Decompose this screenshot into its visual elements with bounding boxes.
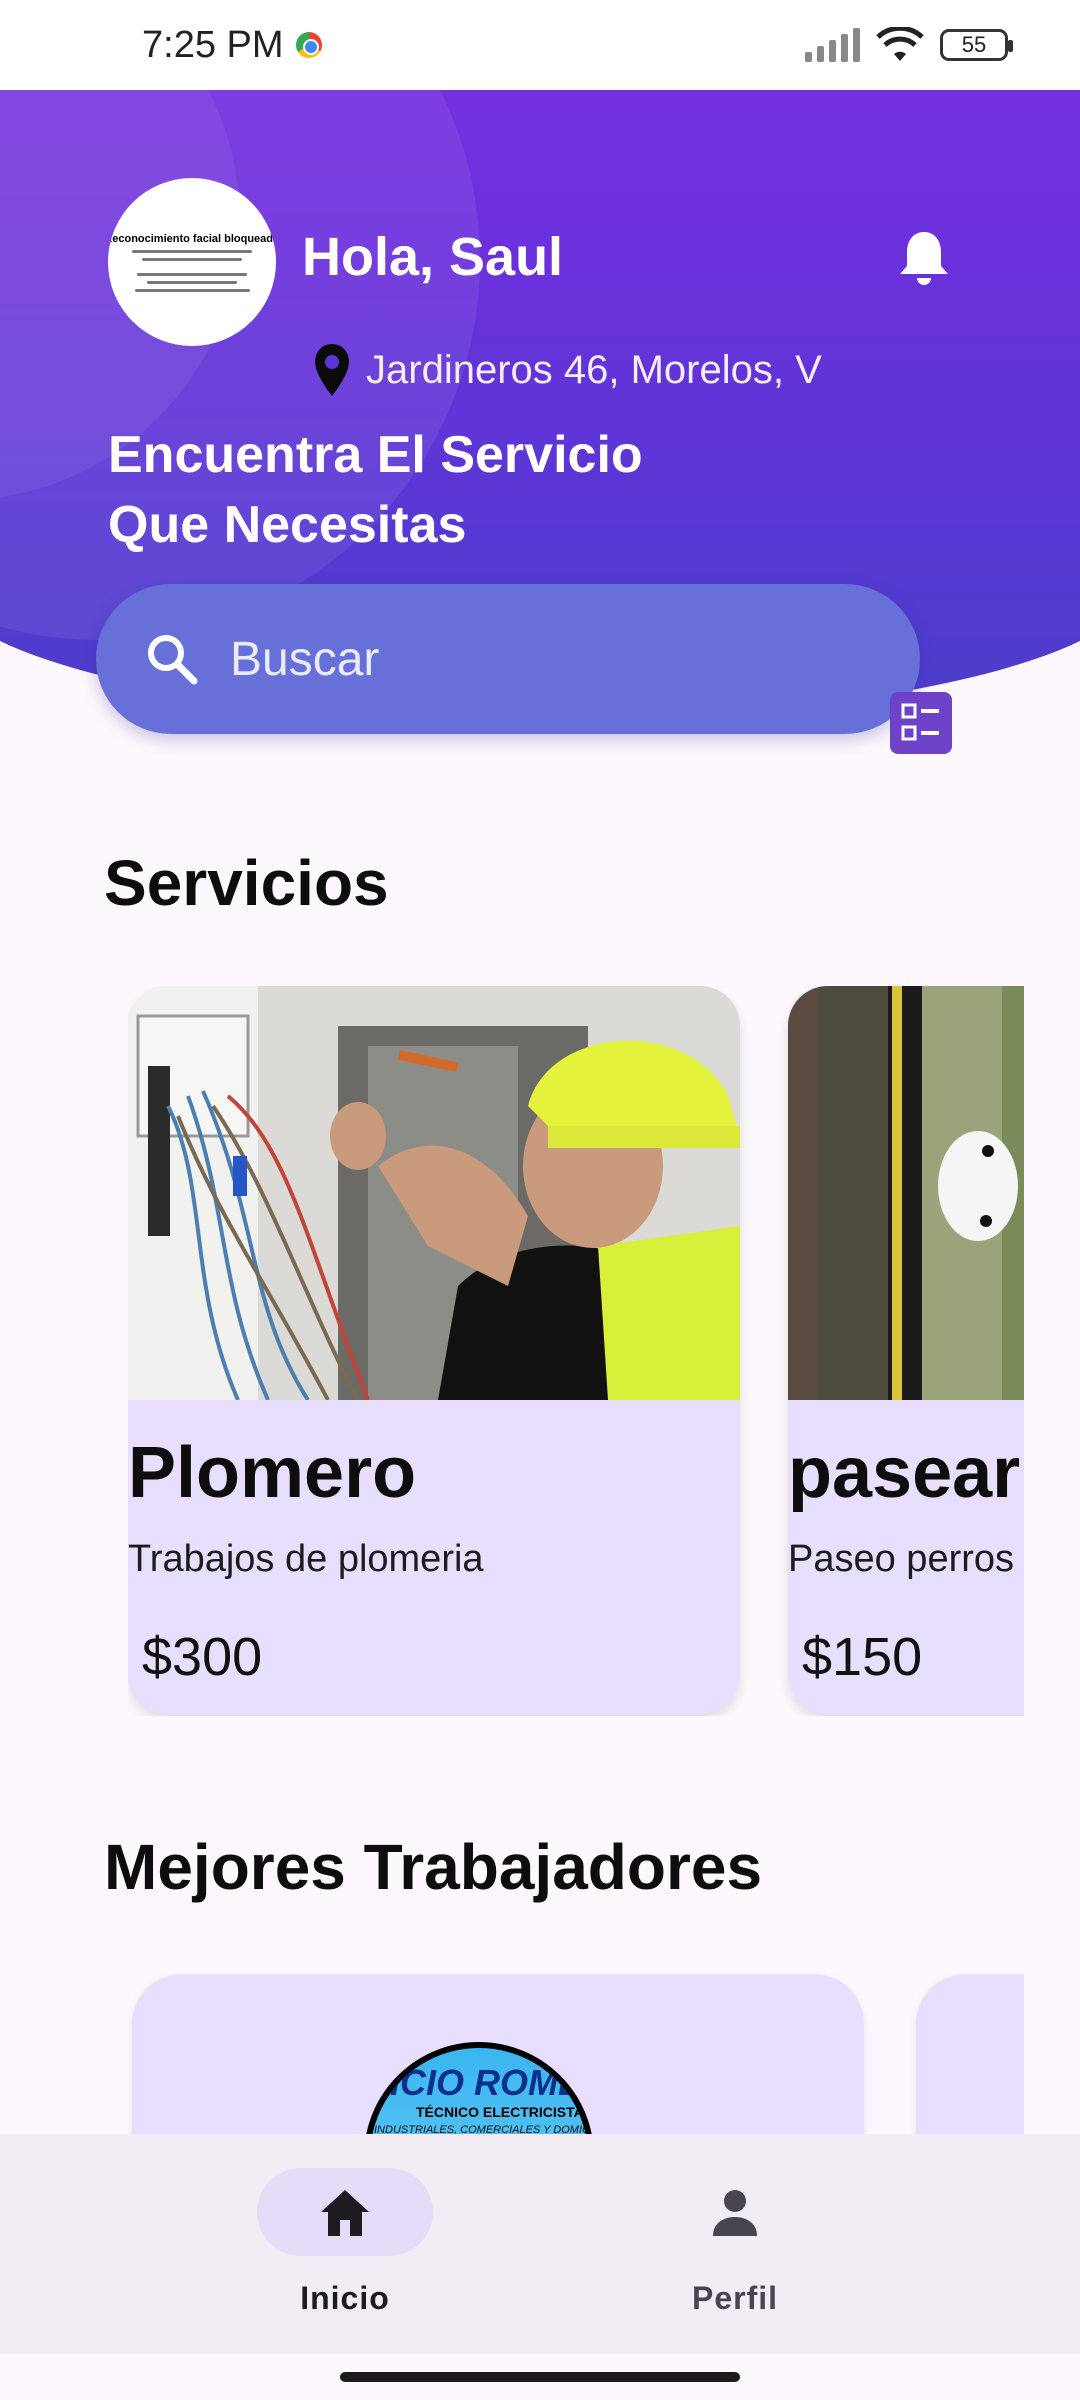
home-indicator[interactable] [340,2372,740,2382]
greeting-text: Hola, Saul [302,227,564,287]
app-screen: 7:25 PM 55 Reconocimiento facial bloquea… [0,0,1080,2400]
wifi-icon [876,27,924,61]
battery-level: 55 [961,32,987,57]
nav-item-home[interactable]: Inicio [245,2134,445,2354]
location-row[interactable]: Jardineros 46, Morelos, V [312,342,822,398]
worker-card[interactable] [916,1974,1024,2134]
search-icon [148,635,198,685]
nav-item-profile[interactable]: Perfil [635,2134,835,2354]
worker-card[interactable]: RICIO ROMER TÉCNICO ELECTRICISTA INDUSTR… [132,1974,864,2134]
list-filter-icon [901,703,939,741]
avatar[interactable]: Reconocimiento facial bloqueado [108,178,276,346]
worker-logo: RICIO ROMER TÉCNICO ELECTRICISTA INDUSTR… [364,2042,594,2134]
workers-carousel[interactable]: RICIO ROMER TÉCNICO ELECTRICISTA INDUSTR… [128,1974,1024,2134]
nav-label-home: Inicio [300,2280,390,2316]
service-price: $150 [802,1627,923,1687]
bottom-navigation: Inicio Perfil [0,2134,1080,2354]
service-card[interactable]: pasear Paseo perros $150 [788,986,1024,1714]
battery-icon: 55 [940,29,1013,61]
service-description: Trabajos de plomeria [128,1538,484,1580]
service-description: Paseo perros [788,1538,1015,1580]
services-carousel[interactable]: Plomero Trabajos de plomeria $300 pasear [128,986,1024,1716]
service-name: Plomero [128,1433,417,1513]
search-input[interactable] [230,631,870,687]
services-section-title: Servicios [104,847,389,919]
status-time: 7:25 PM [142,23,284,66]
service-name: pasear [788,1433,1021,1513]
service-price: $300 [142,1627,263,1687]
home-icon [321,2190,369,2236]
service-photo-electrician [128,986,740,1400]
service-photo-dog-walking [788,986,1024,1400]
avatar-text: Reconocimiento facial bloqueado [108,232,276,245]
hero-title: Encuentra El Servicio Que Necesitas [108,426,643,554]
person-icon [713,2190,757,2236]
chrome-icon [295,32,322,58]
status-bar: 7:25 PM 55 [0,0,1080,90]
location-pin-icon [315,344,349,396]
nav-label-profile: Perfil [691,2280,779,2316]
notifications-bell-icon[interactable] [896,228,952,288]
location-text: Jardineros 46, Morelos, V [366,347,822,392]
filter-list-button[interactable] [890,692,952,754]
service-card[interactable]: Plomero Trabajos de plomeria $300 [128,986,740,1714]
workers-section-title: Mejores Trabajadores [104,1831,763,1903]
signal-icon [805,28,860,62]
search-bar[interactable] [96,584,920,734]
